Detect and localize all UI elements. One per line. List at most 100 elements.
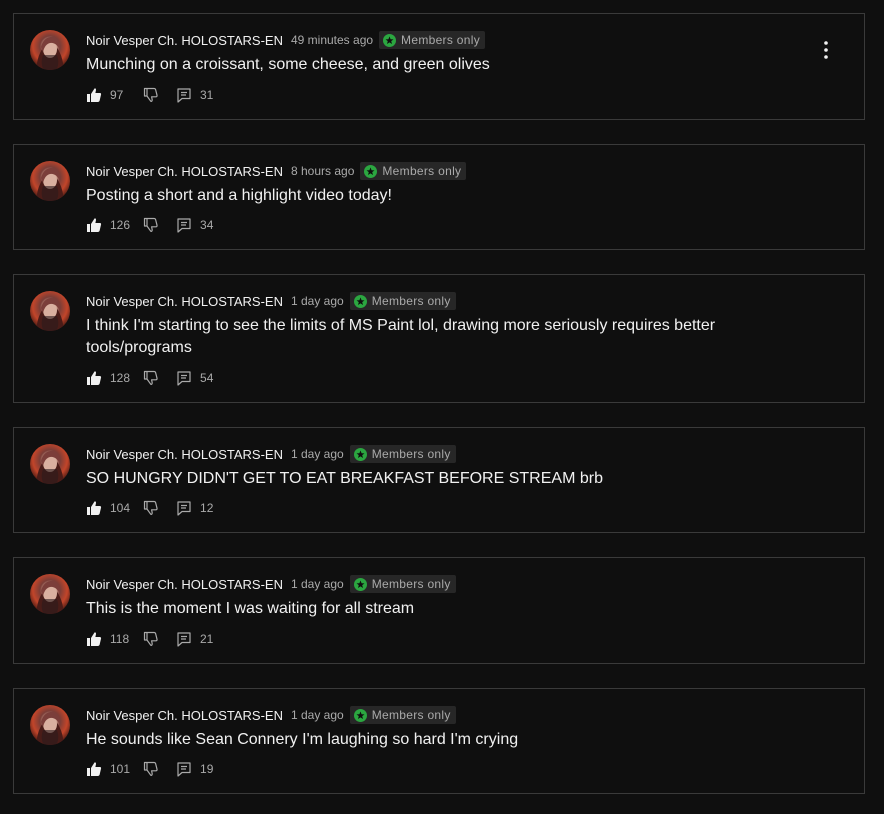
thumb-down-icon	[143, 87, 158, 102]
community-post: Noir Vesper Ch. HOLOSTARS-EN 8 hours ago…	[13, 144, 865, 250]
thumb-down-icon	[143, 217, 158, 232]
post-text: He sounds like Sean Connery I'm laughing…	[86, 731, 519, 748]
post-header: Noir Vesper Ch. HOLOSTARS-EN 49 minutes …	[86, 31, 486, 49]
like-button[interactable]	[86, 761, 102, 777]
post-header: Noir Vesper Ch. HOLOSTARS-EN 1 day ago M…	[86, 445, 456, 463]
membership-star-icon	[353, 294, 367, 308]
post-actions: 126 34	[86, 215, 213, 235]
post-text: Munching on a croissant, some cheese, an…	[86, 56, 490, 73]
community-post: Noir Vesper Ch. HOLOSTARS-EN 1 day ago M…	[13, 427, 865, 533]
like-button[interactable]	[86, 631, 102, 647]
thumb-up-icon	[87, 762, 102, 776]
community-post: Noir Vesper Ch. HOLOSTARS-EN 1 day ago M…	[13, 688, 865, 794]
post-header: Noir Vesper Ch. HOLOSTARS-EN 1 day ago M…	[86, 575, 456, 593]
comment-count: 34	[200, 218, 214, 232]
avatar-image	[36, 580, 64, 614]
post-time[interactable]: 8 hours ago	[291, 164, 354, 178]
comment-icon	[177, 501, 191, 516]
comment-icon	[177, 632, 191, 647]
thumb-down-icon	[143, 370, 158, 385]
channel-avatar[interactable]	[30, 574, 70, 614]
like-button[interactable]	[86, 87, 102, 103]
channel-avatar[interactable]	[30, 161, 70, 201]
members-only-badge: Members only	[349, 706, 456, 724]
like-count: 101	[110, 762, 131, 776]
post-text: Posting a short and a highlight video to…	[86, 187, 392, 204]
comment-count: 19	[200, 762, 214, 776]
dislike-button[interactable]	[143, 370, 159, 386]
comment-button[interactable]	[176, 87, 192, 103]
membership-star-icon	[364, 164, 378, 178]
post-time[interactable]: 1 day ago	[291, 577, 344, 591]
post-menu-button[interactable]	[816, 40, 836, 60]
post-time[interactable]: 1 day ago	[291, 294, 344, 308]
channel-avatar[interactable]	[30, 30, 70, 70]
badge-label: Members only	[371, 577, 451, 591]
membership-star-icon	[353, 708, 367, 722]
comment-icon	[177, 371, 191, 386]
comment-count: 21	[200, 632, 214, 646]
more-vertical-icon	[824, 41, 828, 59]
badge-label: Members only	[371, 294, 451, 308]
members-only-badge: Members only	[360, 162, 467, 180]
membership-star-icon	[383, 33, 397, 47]
thumb-down-icon	[143, 631, 158, 646]
members-only-badge: Members only	[349, 445, 456, 463]
channel-avatar[interactable]	[30, 444, 70, 484]
thumb-up-icon	[87, 218, 102, 232]
comment-button[interactable]	[176, 761, 192, 777]
avatar-image	[36, 36, 64, 70]
post-time[interactable]: 1 day ago	[291, 708, 344, 722]
channel-name[interactable]: Noir Vesper Ch. HOLOSTARS-EN	[86, 577, 283, 592]
thumb-up-icon	[87, 632, 102, 646]
channel-avatar[interactable]	[30, 705, 70, 745]
dislike-button[interactable]	[143, 87, 159, 103]
members-only-badge: Members only	[379, 31, 486, 49]
comment-icon	[177, 762, 191, 777]
comment-count: 31	[200, 88, 214, 102]
dislike-button[interactable]	[143, 217, 159, 233]
like-button[interactable]	[86, 217, 102, 233]
badge-label: Members only	[401, 33, 481, 47]
thumb-down-icon	[143, 500, 158, 515]
comment-button[interactable]	[176, 500, 192, 516]
like-button[interactable]	[86, 370, 102, 386]
comment-icon	[177, 88, 191, 103]
comment-button[interactable]	[176, 370, 192, 386]
post-header: Noir Vesper Ch. HOLOSTARS-EN 8 hours ago…	[86, 162, 467, 180]
like-count: 104	[110, 501, 131, 515]
members-only-badge: Members only	[349, 292, 456, 310]
post-text: This is the moment I was waiting for all…	[86, 600, 415, 617]
channel-name[interactable]: Noir Vesper Ch. HOLOSTARS-EN	[86, 294, 283, 309]
avatar-image	[36, 711, 64, 745]
channel-name[interactable]: Noir Vesper Ch. HOLOSTARS-EN	[86, 708, 283, 723]
channel-name[interactable]: Noir Vesper Ch. HOLOSTARS-EN	[86, 33, 283, 48]
channel-name[interactable]: Noir Vesper Ch. HOLOSTARS-EN	[86, 447, 283, 462]
post-actions: 101 19	[86, 759, 213, 779]
like-count: 97	[110, 88, 124, 102]
post-time[interactable]: 1 day ago	[291, 447, 344, 461]
post-time[interactable]: 49 minutes ago	[291, 33, 373, 47]
thumb-up-icon	[87, 501, 102, 515]
badge-label: Members only	[371, 447, 451, 461]
community-posts-feed: Noir Vesper Ch. HOLOSTARS-EN 49 minutes …	[0, 0, 884, 814]
thumb-up-icon	[87, 88, 102, 102]
dislike-button[interactable]	[143, 500, 159, 516]
badge-label: Members only	[382, 164, 462, 178]
post-actions: 97 31	[86, 85, 213, 105]
dislike-button[interactable]	[143, 761, 159, 777]
avatar-image	[36, 297, 64, 331]
channel-name[interactable]: Noir Vesper Ch. HOLOSTARS-EN	[86, 164, 283, 179]
avatar-image	[36, 450, 64, 484]
members-only-badge: Members only	[349, 575, 456, 593]
post-actions: 118 21	[86, 629, 213, 649]
channel-avatar[interactable]	[30, 291, 70, 331]
like-button[interactable]	[86, 500, 102, 516]
membership-star-icon	[353, 577, 367, 591]
comment-button[interactable]	[176, 217, 192, 233]
dislike-button[interactable]	[143, 631, 159, 647]
comment-count: 12	[200, 501, 214, 515]
like-count: 128	[110, 371, 131, 385]
comment-button[interactable]	[176, 631, 192, 647]
post-actions: 128 54	[86, 368, 213, 388]
